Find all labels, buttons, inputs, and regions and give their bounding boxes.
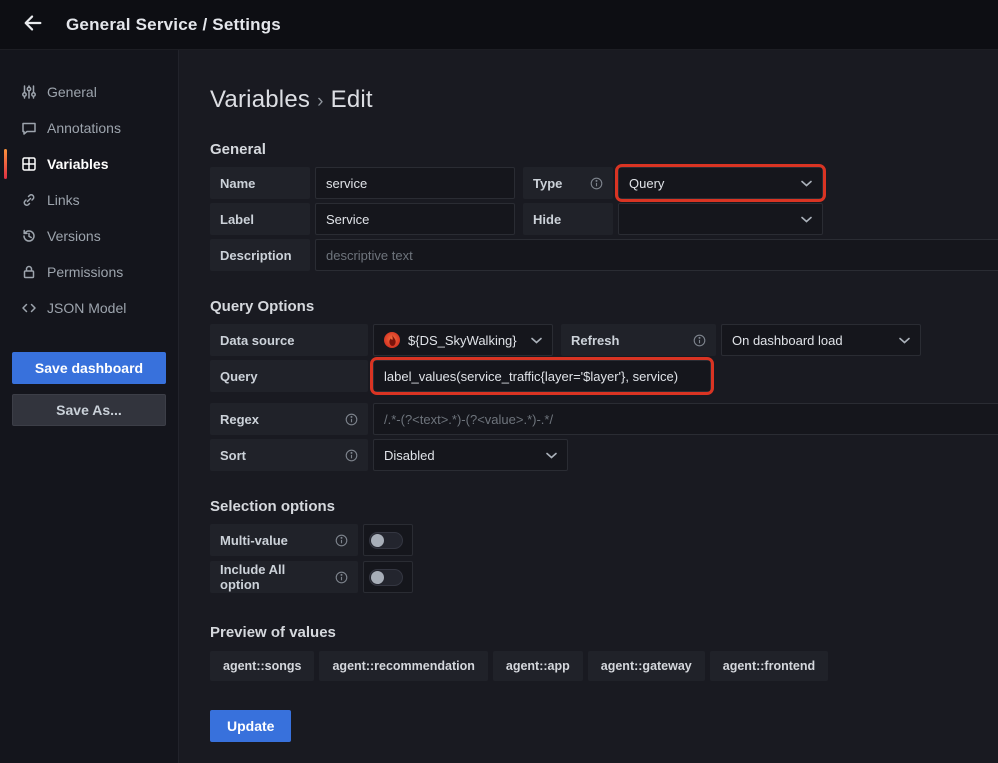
- name-type-row: Name service Type Query: [210, 167, 998, 199]
- multi-value-row: Multi-value: [210, 524, 998, 556]
- multi-value-label: Multi-value: [210, 524, 358, 556]
- include-all-toggle[interactable]: [363, 561, 413, 593]
- datasource-refresh-row: Data source ${DS_SkyWalking} Refresh On …: [210, 324, 998, 356]
- sidebar-item-label: Permissions: [47, 264, 123, 280]
- sort-row: Sort Disabled: [210, 439, 998, 471]
- preview-value-chip: agent::recommendation: [319, 651, 487, 681]
- breadcrumb-page: Edit: [331, 86, 373, 113]
- multi-value-toggle[interactable]: [363, 524, 413, 556]
- sliders-icon: [21, 84, 37, 100]
- label-input[interactable]: Service: [315, 203, 515, 235]
- info-icon: [345, 413, 358, 426]
- sidebar-item-label: JSON Model: [47, 300, 126, 316]
- preview-value-chip: agent::app: [493, 651, 583, 681]
- name-input[interactable]: service: [315, 167, 515, 199]
- preview-values: agent::songs agent::recommendation agent…: [210, 651, 998, 681]
- query-label: Query: [210, 360, 368, 392]
- breadcrumb-separator: ›: [310, 91, 331, 112]
- chevron-down-icon: [531, 337, 542, 344]
- chevron-down-icon: [546, 452, 557, 459]
- sidebar-item-variables[interactable]: Variables: [0, 146, 178, 182]
- description-label: Description: [210, 239, 310, 271]
- sidebar-item-label: Versions: [47, 228, 101, 244]
- info-icon: [335, 571, 348, 584]
- info-icon: [590, 177, 603, 190]
- variable-edit-panel: Variables›Edit General Name service Type…: [179, 50, 998, 763]
- regex-input[interactable]: /.*-(?<text>.*)-(?<value>.*)-.*/: [373, 403, 998, 435]
- type-select[interactable]: Query: [618, 167, 823, 199]
- include-all-row: Include All option: [210, 561, 998, 593]
- preview-title: Preview of values: [210, 624, 998, 641]
- sidebar-item-label: Variables: [47, 156, 109, 172]
- sidebar-item-label: Links: [47, 192, 80, 208]
- sidebar-item-permissions[interactable]: Permissions: [0, 254, 178, 290]
- label-label: Label: [210, 203, 310, 235]
- include-all-label: Include All option: [210, 561, 358, 593]
- update-button[interactable]: Update: [210, 710, 291, 742]
- general-section-title: General: [210, 141, 998, 158]
- label-hide-row: Label Service Hide: [210, 203, 998, 235]
- sidebar-item-versions[interactable]: Versions: [0, 218, 178, 254]
- preview-value-chip: agent::songs: [210, 651, 314, 681]
- sidebar-item-general[interactable]: General: [0, 74, 178, 110]
- breadcrumb-section[interactable]: Variables: [210, 86, 310, 113]
- info-icon: [335, 534, 348, 547]
- breadcrumb: Variables›Edit: [210, 86, 998, 114]
- arrow-left-icon: [22, 12, 44, 37]
- save-dashboard-button[interactable]: Save dashboard: [12, 352, 166, 384]
- refresh-select[interactable]: On dashboard load: [721, 324, 921, 356]
- selection-options-title: Selection options: [210, 498, 998, 515]
- chevron-down-icon: [801, 180, 812, 187]
- sort-select[interactable]: Disabled: [373, 439, 568, 471]
- sidebar-item-json-model[interactable]: JSON Model: [0, 290, 178, 326]
- page-header: General Service / Settings: [0, 0, 998, 50]
- name-label: Name: [210, 167, 310, 199]
- page-title: General Service / Settings: [66, 15, 281, 35]
- chevron-down-icon: [899, 337, 910, 344]
- sort-label: Sort: [210, 439, 368, 471]
- sidebar-item-label: General: [47, 84, 97, 100]
- query-input[interactable]: label_values(service_traffic{layer='$lay…: [373, 360, 711, 392]
- info-icon: [693, 334, 706, 347]
- save-as-button[interactable]: Save As...: [12, 394, 166, 426]
- preview-value-chip: agent::gateway: [588, 651, 705, 681]
- datasource-label: Data source: [210, 324, 368, 356]
- settings-sidebar: General Annotations Variables Links: [0, 50, 179, 763]
- preview-value-chip: agent::frontend: [710, 651, 828, 681]
- description-row: Description descriptive text: [210, 239, 998, 271]
- chevron-down-icon: [801, 216, 812, 223]
- hide-label: Hide: [523, 203, 613, 235]
- regex-label: Regex: [210, 403, 368, 435]
- link-icon: [21, 192, 37, 208]
- history-icon: [21, 228, 37, 244]
- refresh-label: Refresh: [561, 324, 716, 356]
- sidebar-item-label: Annotations: [47, 120, 121, 136]
- datasource-select[interactable]: ${DS_SkyWalking}: [373, 324, 553, 356]
- comment-icon: [21, 120, 37, 136]
- grid-icon: [21, 156, 37, 172]
- code-icon: [21, 300, 37, 316]
- lock-icon: [21, 264, 37, 280]
- query-row: Query label_values(service_traffic{layer…: [210, 360, 998, 392]
- info-icon: [345, 449, 358, 462]
- back-button[interactable]: [18, 10, 48, 40]
- skywalking-datasource-icon: [384, 332, 400, 348]
- sidebar-item-links[interactable]: Links: [0, 182, 178, 218]
- description-input[interactable]: descriptive text: [315, 239, 998, 271]
- regex-row: Regex /.*-(?<text>.*)-(?<value>.*)-.*/: [210, 403, 998, 435]
- active-indicator: [4, 149, 7, 179]
- type-label: Type: [523, 167, 613, 199]
- sidebar-item-annotations[interactable]: Annotations: [0, 110, 178, 146]
- hide-select[interactable]: [618, 203, 823, 235]
- query-options-title: Query Options: [210, 298, 998, 315]
